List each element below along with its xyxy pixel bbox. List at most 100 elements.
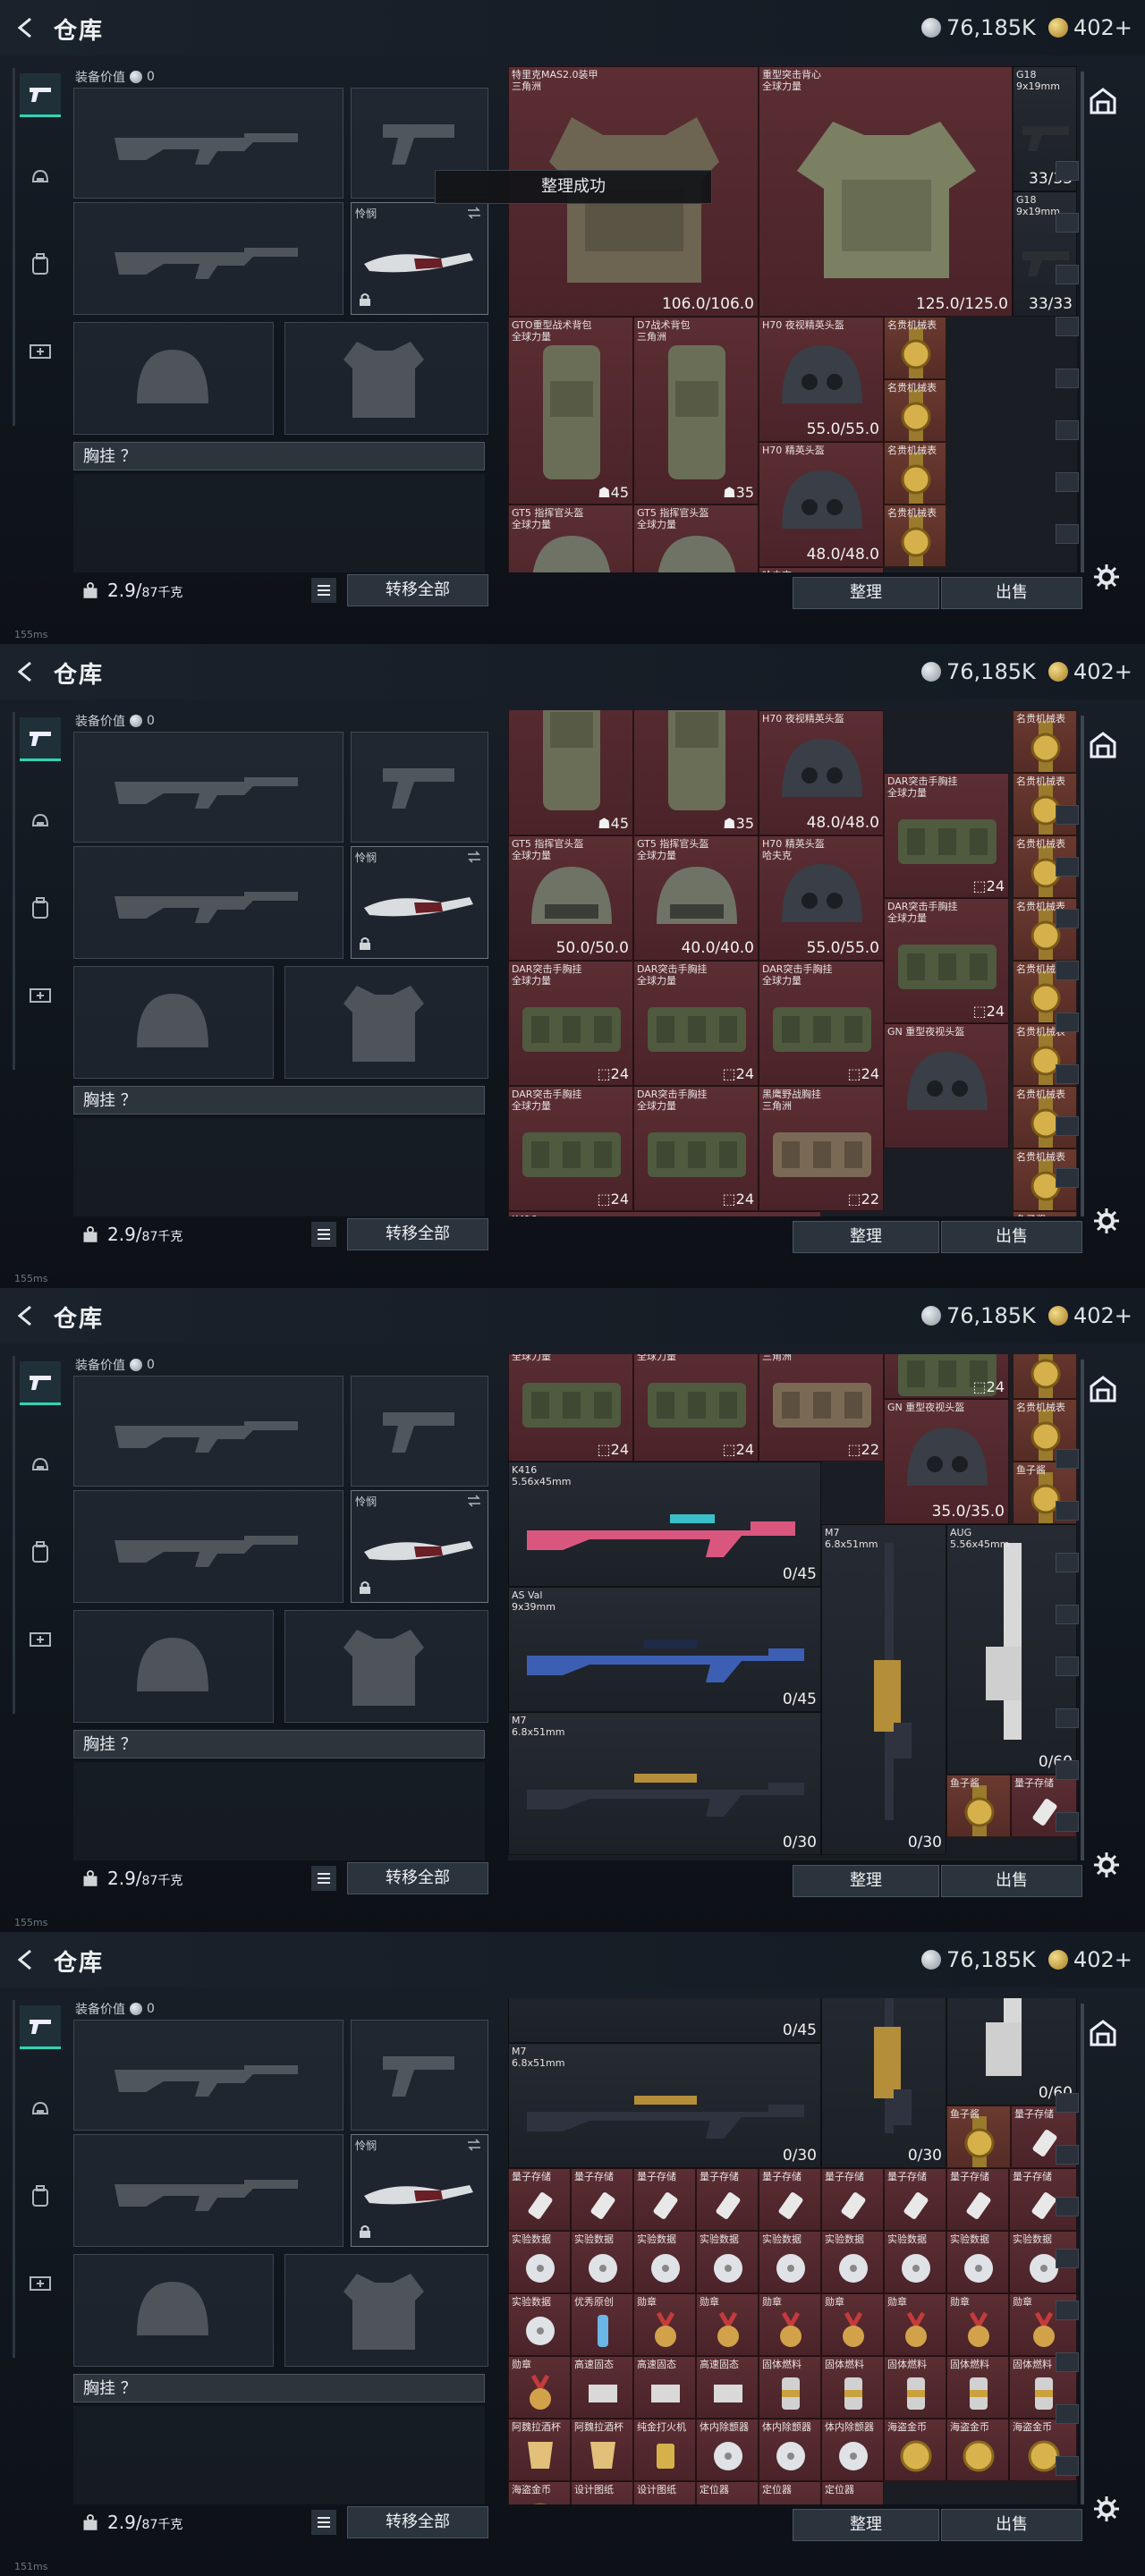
storage-tab[interactable] xyxy=(1056,524,1079,544)
storage-tab[interactable] xyxy=(1056,2456,1079,2476)
inventory-item[interactable]: GT5 指挥官头盔 全球力量 40.0/40.0 xyxy=(633,835,759,961)
inventory-item[interactable]: 阿魏拉酒杯 xyxy=(571,2419,633,2481)
gear-icon[interactable] xyxy=(1093,564,1120,590)
secondary-weapon-slot[interactable] xyxy=(73,846,344,959)
inventory-item[interactable]: 量子存储 xyxy=(633,2168,696,2231)
inventory-item[interactable]: 黑鹰野战胸挂 三角洲 ⬚22 xyxy=(759,1354,884,1462)
inventory-item[interactable]: 勋章 xyxy=(821,2293,884,2356)
silver-balance[interactable]: 76,185K xyxy=(921,1302,1036,1329)
storage-tab[interactable] xyxy=(1056,2249,1079,2268)
inventory-item[interactable]: 固体燃料 xyxy=(821,2356,884,2419)
storage-tab[interactable] xyxy=(1056,1064,1079,1084)
inventory-item[interactable]: ☗45 xyxy=(508,710,633,835)
inventory-item[interactable]: DAR突击手胸挂 全球力量 ⬚24 xyxy=(508,961,633,1086)
storage-tab[interactable] xyxy=(1056,317,1079,336)
inventory-item[interactable]: 海盗金币 xyxy=(508,2481,571,2504)
storage-tab[interactable] xyxy=(1056,1501,1079,1521)
nav-backpack-tab[interactable] xyxy=(20,2175,61,2216)
inventory-item[interactable]: H70 精英头盔 48.0/48.0 xyxy=(759,442,884,567)
inventory-item[interactable]: D7战术背包 三角洲 ☗35 xyxy=(633,317,759,504)
storage-tab[interactable] xyxy=(1056,1657,1079,1676)
inventory-item[interactable]: DAR突击手胸挂 全球力量 ⬚24 xyxy=(884,898,1009,1023)
inventory-item[interactable]: 0/60 xyxy=(946,1998,1077,2106)
nav-helmet-tab[interactable] xyxy=(20,801,61,843)
inventory-item[interactable]: 阿魏拉酒杯 xyxy=(508,2419,571,2481)
inventory-item[interactable]: 实验数据 xyxy=(508,2231,571,2293)
swap-icon[interactable] xyxy=(466,1495,482,1507)
back-icon[interactable] xyxy=(13,1302,39,1329)
storage-tab[interactable] xyxy=(1056,2352,1079,2372)
inventory-item[interactable]: GN 重型夜视头盔 35.0/35.0 xyxy=(884,1399,1009,1524)
inventory-item[interactable]: 定位器 xyxy=(821,2481,884,2504)
sort-button[interactable]: 整理 xyxy=(793,577,939,609)
gold-balance[interactable]: 402+ xyxy=(1048,14,1132,41)
melee-slot[interactable]: 怜悯 xyxy=(351,1490,488,1603)
inventory-item[interactable]: DAR突击手胸挂 全球力量 ⬚24 xyxy=(633,1354,759,1462)
storage-tab[interactable] xyxy=(1056,472,1079,492)
inventory-item[interactable]: GT5 指挥官头盔 全球力量 xyxy=(633,504,759,572)
inventory-scrollbar[interactable] xyxy=(1081,716,1084,1216)
storage-tab[interactable] xyxy=(1056,1760,1079,1780)
primary-weapon-slot[interactable] xyxy=(73,2020,344,2131)
inventory-item[interactable]: H70 夜视精英头盔 48.0/48.0 xyxy=(759,710,884,835)
transfer-all-button[interactable]: 转移全部 xyxy=(347,574,488,606)
storage-tab[interactable] xyxy=(1056,2197,1079,2216)
inventory-item[interactable]: 名贵机械表 xyxy=(884,379,946,442)
nav-weapons-tab[interactable] xyxy=(20,73,61,117)
sell-button[interactable]: 出售 xyxy=(941,1221,1082,1253)
transfer-all-button[interactable]: 转移全部 xyxy=(347,1862,488,1894)
nav-medkit-tab[interactable] xyxy=(20,1617,61,1658)
sell-button[interactable]: 出售 xyxy=(941,577,1082,609)
melee-slot[interactable]: 怜悯 xyxy=(351,846,488,959)
storage-tab[interactable] xyxy=(1056,213,1079,233)
inventory-item[interactable]: 体内除颤器 xyxy=(696,2419,759,2481)
secondary-weapon-slot[interactable] xyxy=(73,202,344,315)
storage-tab[interactable] xyxy=(1056,2301,1079,2320)
storage-tab[interactable] xyxy=(1056,961,1079,980)
inventory-item[interactable]: 固体燃料 xyxy=(759,2356,821,2419)
secondary-weapon-slot[interactable] xyxy=(73,2134,344,2247)
pistol-slot[interactable] xyxy=(351,732,488,843)
storage-tab[interactable] xyxy=(1056,2093,1079,2113)
inventory-item[interactable]: 哈夫克 xyxy=(759,567,884,572)
silver-balance[interactable]: 76,185K xyxy=(921,658,1036,685)
storage-tab[interactable] xyxy=(1056,1553,1079,1572)
inventory-item[interactable]: 量子存储 xyxy=(759,2168,821,2231)
inventory-item[interactable]: 海盗金币 xyxy=(884,2419,946,2481)
storage-tab[interactable] xyxy=(1056,805,1079,825)
inventory-item[interactable]: 实验数据 xyxy=(821,2231,884,2293)
inventory-item[interactable]: 勋章 xyxy=(696,2293,759,2356)
list-icon[interactable] xyxy=(311,2510,336,2535)
inventory-item[interactable]: M7 6.8x51mm 0/30 xyxy=(508,2043,821,2168)
inventory-item[interactable]: 量子存储 xyxy=(696,2168,759,2231)
silver-balance[interactable]: 76,185K xyxy=(921,14,1036,41)
inventory-item[interactable]: 高速固态 xyxy=(633,2356,696,2419)
chest-rig-header[interactable]: 胸挂 ？ xyxy=(73,2374,485,2402)
back-icon[interactable] xyxy=(13,658,39,685)
storage-tab[interactable] xyxy=(1056,369,1079,388)
storage-tab[interactable] xyxy=(1056,909,1079,928)
inventory-item[interactable]: 实验数据 xyxy=(633,2231,696,2293)
inventory-item[interactable]: 实验数据 xyxy=(946,2231,1009,2293)
inventory-item[interactable]: 实验数据 xyxy=(571,2231,633,2293)
inventory-item[interactable]: 实验数据 xyxy=(884,2231,946,2293)
armor-slot[interactable] xyxy=(284,322,488,435)
storage-tab[interactable] xyxy=(1056,1168,1079,1188)
back-icon[interactable] xyxy=(13,1946,39,1973)
inventory-scrollbar[interactable] xyxy=(1081,1360,1084,1860)
helmet-slot[interactable] xyxy=(73,2254,274,2367)
nav-weapons-tab[interactable] xyxy=(20,717,61,761)
list-icon[interactable] xyxy=(311,1866,336,1891)
chest-rig-header[interactable]: 胸挂 ？ xyxy=(73,1086,485,1114)
inventory-item[interactable]: DAR突击手胸挂 全球力量 ⬚24 xyxy=(508,1354,633,1462)
gear-icon[interactable] xyxy=(1093,2496,1120,2522)
inventory-item[interactable]: M7 6.8x51mm 0/30 xyxy=(821,1524,946,1855)
helmet-slot[interactable] xyxy=(73,966,274,1079)
storage-tab[interactable] xyxy=(1056,1013,1079,1032)
inventory-item[interactable]: 定位器 xyxy=(759,2481,821,2504)
inventory-item[interactable]: K416 5.56x45mm xyxy=(508,1211,821,1216)
sell-button[interactable]: 出售 xyxy=(941,2509,1082,2541)
secondary-weapon-slot[interactable] xyxy=(73,1490,344,1603)
inventory-item[interactable]: 鱼子酱 xyxy=(946,2106,1011,2168)
inventory-item[interactable]: 体内除颤器 xyxy=(759,2419,821,2481)
